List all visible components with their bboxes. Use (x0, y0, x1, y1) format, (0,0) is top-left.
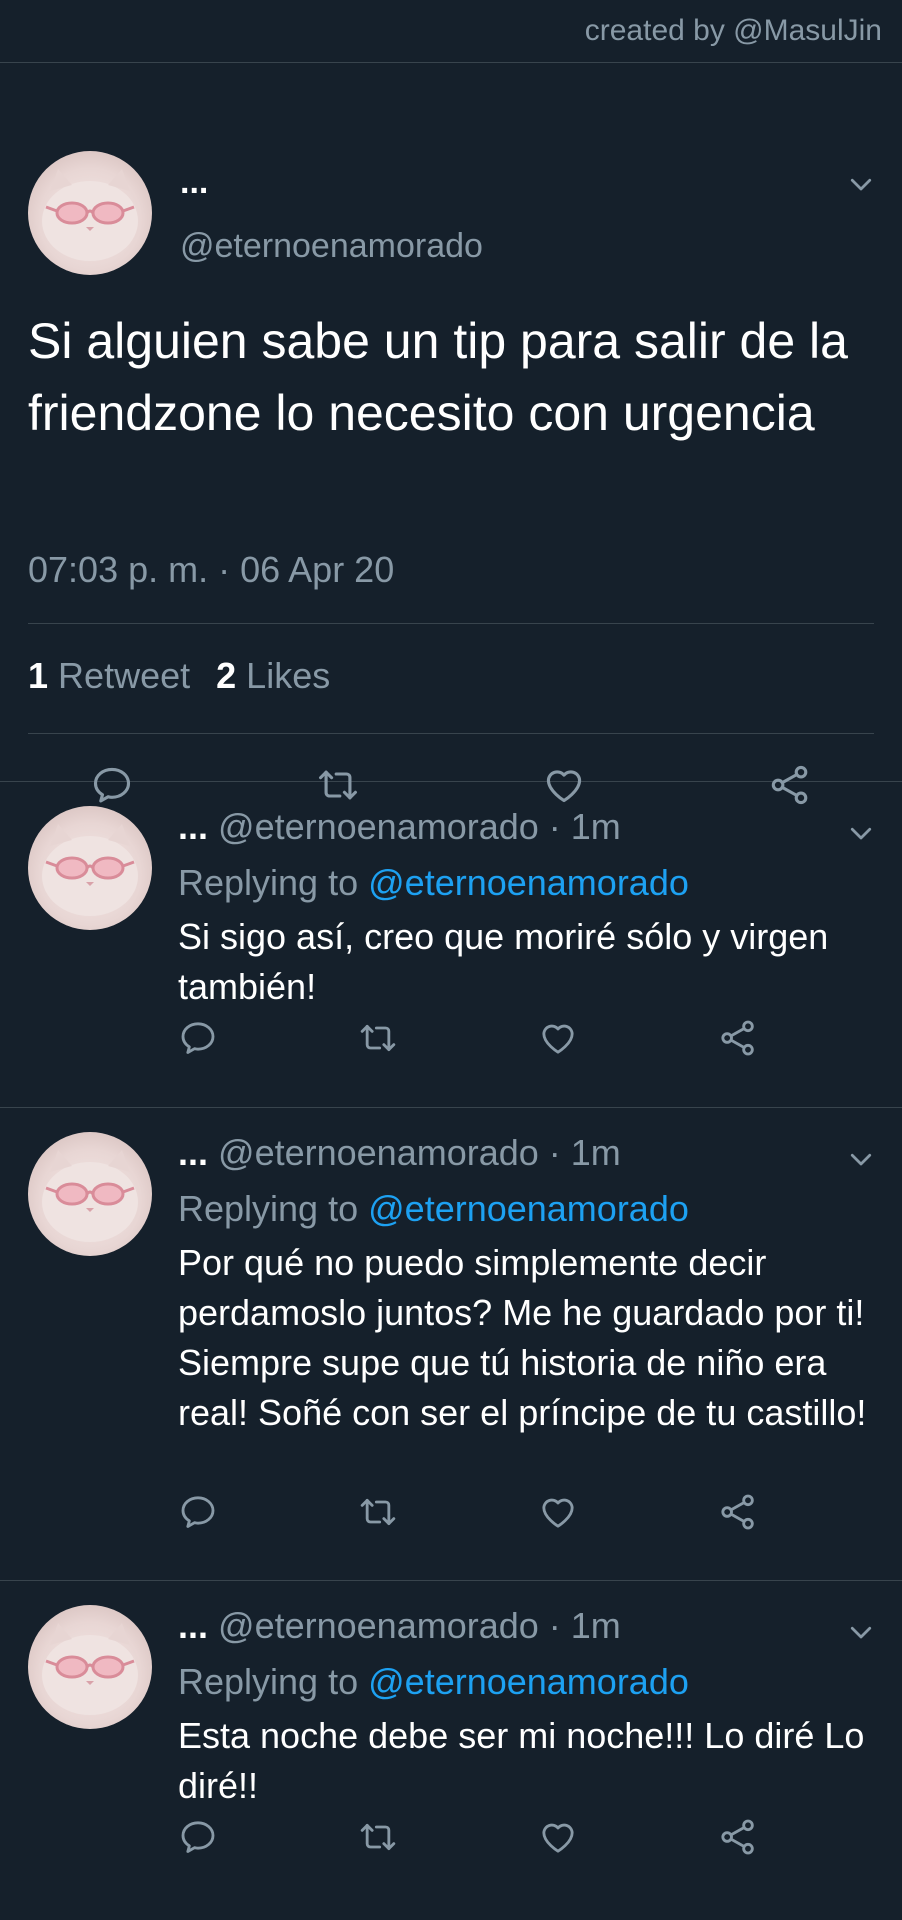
reply-icon[interactable] (178, 1817, 218, 1857)
reply-tweet[interactable]: ... @eternoenamorado · 1m Replying to @e… (0, 1581, 902, 1919)
retweet-count[interactable]: 1 (28, 655, 48, 696)
main-tweet: ... @eternoenamorado Si alguien sabe un … (0, 63, 902, 782)
replying-to-link[interactable]: @eternoenamorado (368, 1188, 689, 1229)
reply-actions (0, 1018, 902, 1062)
avatar[interactable] (28, 1605, 152, 1729)
replying-to: Replying to @eternoenamorado (178, 1661, 689, 1703)
reply-text: Por qué no puedo simplemente decir perda… (178, 1242, 867, 1433)
likes-count[interactable]: 2 (216, 655, 236, 696)
avatar[interactable] (28, 151, 152, 275)
reply-header: ... @eternoenamorado · 1m (178, 1605, 621, 1647)
divider (28, 623, 874, 624)
replying-to: Replying to @eternoenamorado (178, 1188, 689, 1230)
reply-tweet[interactable]: ... @eternoenamorado · 1m Replying to @e… (0, 1108, 902, 1581)
cat-avatar-image (28, 1605, 152, 1729)
reply-actions (0, 1817, 902, 1861)
replying-to-link[interactable]: @eternoenamorado (368, 1661, 689, 1702)
watermark-credit: created by @MasulJin (584, 14, 882, 47)
author-name[interactable]: ... (178, 1605, 208, 1646)
chevron-down-icon[interactable] (846, 1144, 876, 1174)
cat-avatar-image (28, 1132, 152, 1256)
replying-label: Replying to (178, 1188, 359, 1229)
reply-header: ... @eternoenamorado · 1m (178, 1132, 621, 1174)
reply-time: · 1m (548, 1605, 621, 1646)
author-name[interactable]: ... (180, 163, 208, 202)
reply-icon[interactable] (178, 1492, 218, 1532)
reply-time: · 1m (548, 806, 621, 847)
reply-header: ... @eternoenamorado · 1m (178, 806, 621, 848)
avatar[interactable] (28, 1132, 152, 1256)
author-name[interactable]: ... (178, 1132, 208, 1173)
tweet-timestamp: 07:03 p. m. · 06 Apr 20 (28, 549, 395, 590)
author-handle[interactable]: @eternoenamorado (218, 806, 539, 847)
chevron-down-icon[interactable] (846, 818, 876, 848)
avatar[interactable] (28, 806, 152, 930)
reply-tweet[interactable]: ... @eternoenamorado · 1m Replying to @e… (0, 782, 902, 1108)
like-icon[interactable] (538, 1817, 578, 1857)
chevron-down-icon[interactable] (846, 169, 876, 199)
share-icon[interactable] (718, 1817, 758, 1857)
cat-avatar-image (28, 151, 152, 275)
reply-icon[interactable] (178, 1018, 218, 1058)
retweet-label[interactable]: Retweet (58, 655, 190, 696)
like-icon[interactable] (538, 1018, 578, 1058)
chevron-down-icon[interactable] (846, 1617, 876, 1647)
tweet-text: Si alguien sabe un tip para salir de la … (28, 313, 848, 441)
replying-to-link[interactable]: @eternoenamorado (368, 862, 689, 903)
like-icon[interactable] (538, 1492, 578, 1532)
cat-avatar-image (28, 806, 152, 930)
likes-label[interactable]: Likes (246, 655, 330, 696)
author-handle[interactable]: @eternoenamorado (218, 1132, 539, 1173)
reply-time: · 1m (548, 1132, 621, 1173)
retweet-icon[interactable] (358, 1492, 398, 1532)
retweet-icon[interactable] (358, 1817, 398, 1857)
retweet-icon[interactable] (358, 1018, 398, 1058)
replying-label: Replying to (178, 1661, 359, 1702)
share-icon[interactable] (718, 1018, 758, 1058)
replying-label: Replying to (178, 862, 359, 903)
tweet-stats: 1 Retweet 2 Likes (28, 655, 330, 697)
replying-to: Replying to @eternoenamorado (178, 862, 689, 904)
reply-actions (0, 1492, 902, 1536)
share-icon[interactable] (718, 1492, 758, 1532)
author-handle[interactable]: @eternoenamorado (180, 227, 483, 266)
reply-text: Esta noche debe ser mi noche!!! Lo diré … (178, 1715, 865, 1806)
top-bar: created by @MasulJin (0, 0, 902, 63)
author-name[interactable]: ... (178, 806, 208, 847)
divider (28, 733, 874, 734)
reply-text: Si sigo así, creo que moriré sólo y virg… (178, 916, 829, 1007)
author-handle[interactable]: @eternoenamorado (218, 1605, 539, 1646)
